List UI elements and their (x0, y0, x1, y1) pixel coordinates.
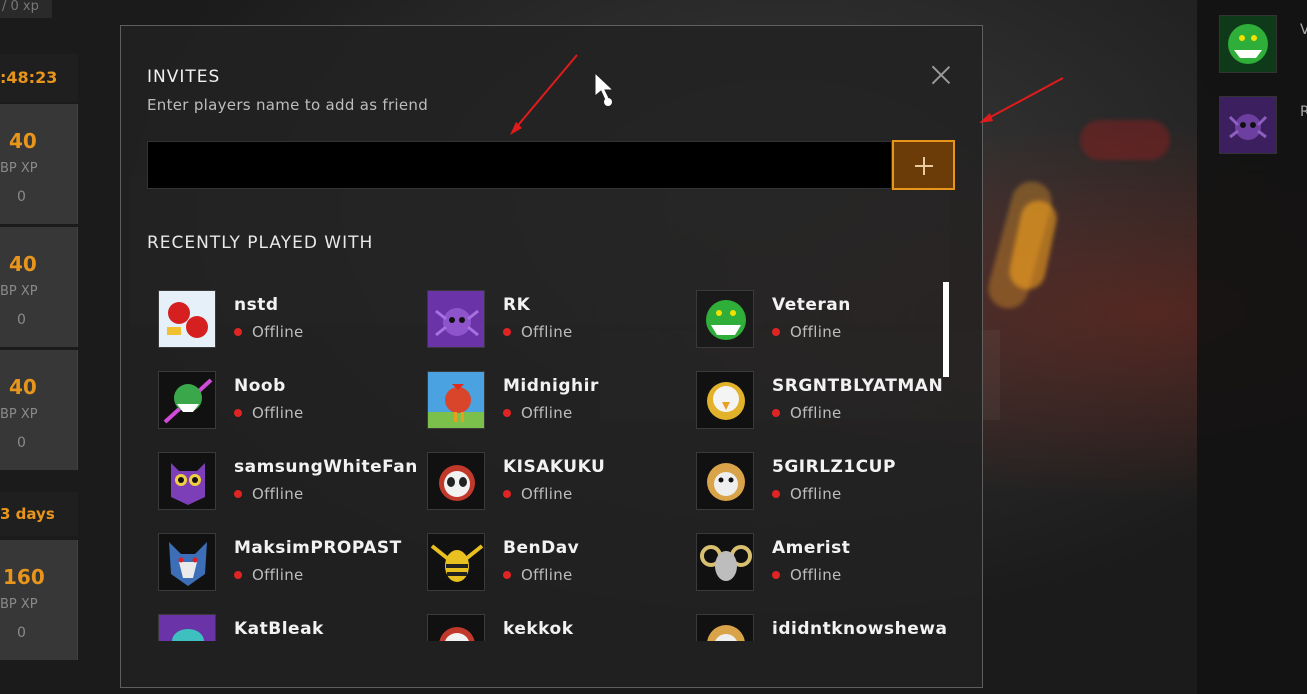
mouse-cursor-icon (594, 72, 615, 106)
annotation-arrow (513, 54, 578, 131)
annotation-arrows (510, 54, 1064, 135)
annotation-arrow (984, 77, 1064, 121)
arrow-head-icon (979, 113, 993, 123)
